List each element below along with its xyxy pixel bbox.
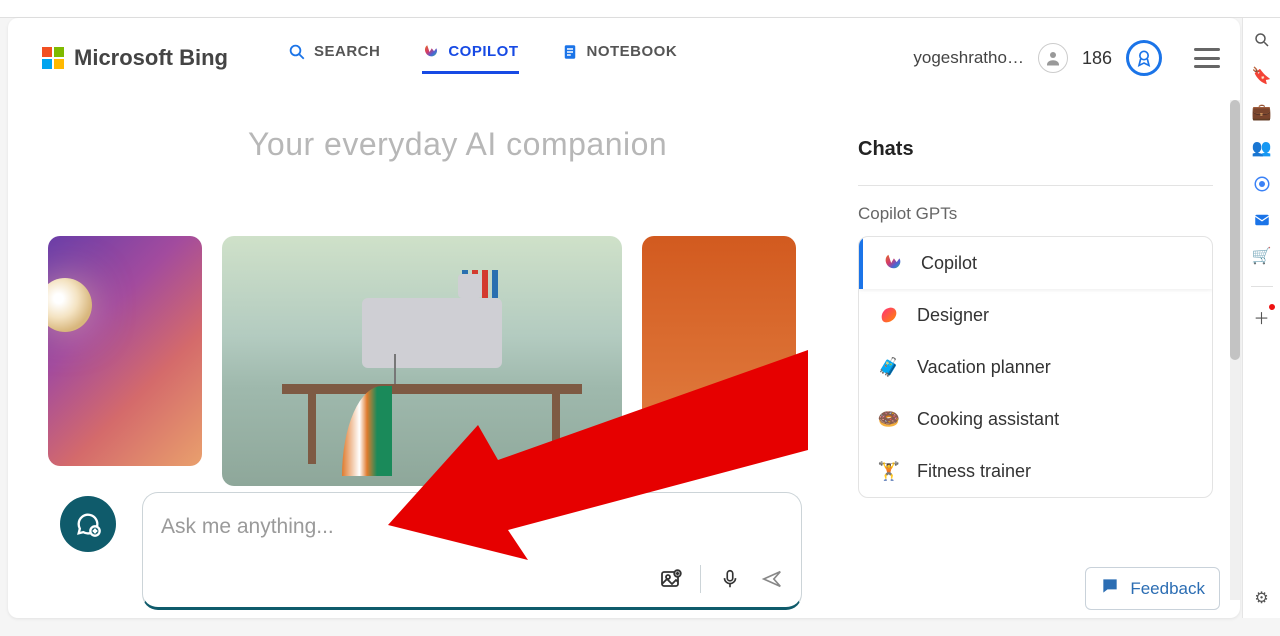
browser-address-strip <box>0 0 1280 18</box>
gpt-item-label: Fitness trainer <box>917 461 1031 482</box>
chat-actions <box>658 565 785 593</box>
divider <box>858 185 1213 186</box>
chat-input[interactable] <box>161 515 641 539</box>
gpts-heading: Copilot GPTs <box>858 204 1213 224</box>
search-icon <box>288 43 306 61</box>
briefcase-icon[interactable]: 💼 <box>1252 102 1272 122</box>
gpt-item-designer[interactable]: Designer <box>859 289 1212 341</box>
header-right: yogeshratho… 186 <box>913 18 1220 98</box>
feedback-button[interactable]: Feedback <box>1085 567 1220 610</box>
copilot-icon <box>881 251 905 275</box>
tab-notebook-label: NOTEBOOK <box>587 43 678 60</box>
gpt-item-label: Copilot <box>921 253 977 274</box>
action-separator <box>700 565 701 593</box>
brand-text: Microsoft Bing <box>74 45 228 71</box>
edge-sidebar: 🔖 💼 👥 🛒 ＋ ⚙ <box>1242 18 1280 618</box>
feedback-label: Feedback <box>1130 579 1205 599</box>
menu-button[interactable] <box>1194 48 1220 68</box>
gpt-item-fitness-trainer[interactable]: 🏋️ Fitness trainer <box>859 445 1212 497</box>
edge-separator <box>1251 286 1273 287</box>
outlook-icon[interactable] <box>1252 210 1272 230</box>
scrollbar-thumb[interactable] <box>1230 100 1240 360</box>
add-icon[interactable]: ＋ <box>1252 307 1272 327</box>
chats-heading: Chats <box>858 138 1213 161</box>
right-panel: Chats Copilot GPTs Copilot Designer <box>858 138 1213 498</box>
gpt-item-vacation-planner[interactable]: 🧳 Vacation planner <box>859 341 1212 393</box>
gpt-item-label: Vacation planner <box>917 357 1051 378</box>
gpt-item-cooking-assistant[interactable]: 🍩 Cooking assistant <box>859 393 1212 445</box>
gpt-item-label: Cooking assistant <box>917 409 1059 430</box>
settings-gear-icon[interactable]: ⚙ <box>1252 588 1272 608</box>
chat-input-box <box>142 492 802 610</box>
suggestion-card-3[interactable] <box>642 236 796 426</box>
suggestion-card-1[interactable] <box>48 236 202 466</box>
username[interactable]: yogeshratho… <box>913 48 1024 68</box>
tab-notebook[interactable]: NOTEBOOK <box>561 43 678 74</box>
suggestion-cards-row <box>48 236 796 486</box>
gpt-item-copilot[interactable]: Copilot <box>859 237 1212 289</box>
designer-icon <box>877 303 901 327</box>
send-button[interactable] <box>759 566 785 592</box>
hero-title: Your everyday AI companion <box>248 126 667 163</box>
suitcase-icon: 🧳 <box>877 355 901 379</box>
copilot-icon <box>422 43 440 61</box>
brand[interactable]: Microsoft Bing <box>42 45 228 71</box>
copilot-sidebar-icon[interactable] <box>1252 174 1272 194</box>
people-icon[interactable]: 👥 <box>1252 138 1272 158</box>
microsoft-logo-icon <box>42 47 64 69</box>
notebook-icon <box>561 43 579 61</box>
tag-icon[interactable]: 🔖 <box>1252 66 1272 86</box>
dumbbell-icon: 🏋️ <box>877 459 901 483</box>
feedback-icon <box>1100 576 1120 601</box>
cart-icon[interactable]: 🛒 <box>1252 246 1272 266</box>
nav-tabs: SEARCH COPILOT NOTEBOOK <box>288 43 677 74</box>
microphone-button[interactable] <box>717 566 743 592</box>
new-topic-button[interactable] <box>60 496 116 552</box>
rewards-medal-icon[interactable] <box>1126 40 1162 76</box>
add-image-button[interactable] <box>658 566 684 592</box>
avatar-button[interactable] <box>1038 43 1068 73</box>
search-icon[interactable] <box>1252 30 1272 50</box>
gpt-list: Copilot Designer 🧳 Vacation planner 🍩 Co… <box>858 236 1213 498</box>
tab-search-label: SEARCH <box>314 43 380 60</box>
tab-copilot[interactable]: COPILOT <box>422 43 518 74</box>
gpt-item-label: Designer <box>917 305 989 326</box>
suggestion-card-2[interactable] <box>222 236 622 486</box>
rewards-points[interactable]: 186 <box>1082 48 1112 69</box>
donut-icon: 🍩 <box>877 407 901 431</box>
header: Microsoft Bing SEARCH COPILOT <box>8 18 1240 98</box>
main-content-card: Microsoft Bing SEARCH COPILOT <box>8 18 1240 618</box>
tab-copilot-label: COPILOT <box>448 43 518 60</box>
tab-search[interactable]: SEARCH <box>288 43 380 74</box>
